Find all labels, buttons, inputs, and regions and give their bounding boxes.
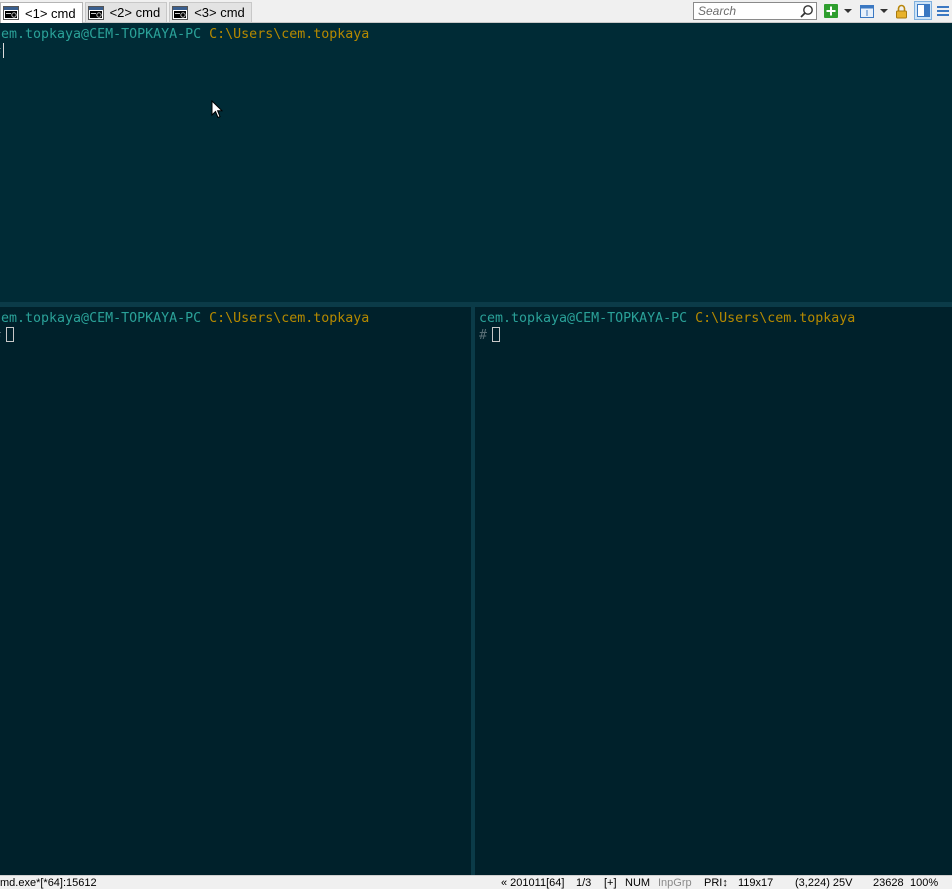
tab-list: <1> cmd <2> cmd <3> cmd [0,2,254,23]
new-console-icon [823,4,838,18]
status-num: NUM [625,877,651,889]
input-line[interactable]: # [479,327,501,343]
console-pane-top[interactable]: cem.topkaya@CEM-TOPKAYA-PC C:\Users\cem.… [0,23,952,302]
status-pid: 23628 [873,877,904,889]
mouse-pointer-icon [211,100,223,119]
new-console-button[interactable] [823,3,838,19]
status-bar: md.exe*[*64]:15612 « 201011[64] 1/3 [+] … [0,875,952,889]
status-build[interactable]: « 201011[64] [501,877,564,889]
tab-bar: <1> cmd <2> cmd <3> cmd Search [0,0,952,23]
status-size[interactable]: 119x17 [738,877,773,889]
status-zoom[interactable]: 100% [910,877,938,889]
tab-label: <2> cmd [109,5,161,20]
cmd-icon [172,5,189,20]
split-view-button[interactable] [914,1,932,20]
prompt-path: C:\Users\cem.topkaya [209,311,370,326]
status-priority[interactable]: PRI↕ [704,877,728,889]
status-cursor-pos: (3,224) 25V [795,877,853,889]
cmd-icon [3,6,19,20]
main-menu-button[interactable] [936,3,950,19]
search-box [693,2,817,20]
layout-button[interactable] [859,3,875,19]
cmd-icon [87,5,104,20]
menu-icon [937,6,949,16]
tab-label: <1> cmd [25,5,76,21]
search-icon[interactable] [799,4,814,19]
prompt-line: cem.topkaya@CEM-TOPKAYA-PC C:\Users\cem.… [0,311,369,327]
tab-console-3[interactable]: <3> cmd [169,2,252,22]
prompt-user-host: cem.topkaya@CEM-TOPKAYA-PC [479,311,688,326]
conemu-window: <1> cmd <2> cmd <3> cmd Search cem.topka… [0,0,952,889]
prompt-line: cem.topkaya@CEM-TOPKAYA-PC C:\Users\cem.… [0,27,369,43]
prompt-symbol: # [479,328,488,343]
prompt-symbol: # [0,328,1,343]
new-console-dropdown[interactable] [843,3,853,19]
prompt-symbol: # [0,44,1,59]
status-inpgrp[interactable]: InpGrp [658,877,692,889]
tab-label: <3> cmd [194,5,245,20]
lock-button[interactable] [894,3,909,19]
split-view-icon [916,4,930,17]
text-cursor [6,327,15,342]
status-plus[interactable]: [+] [604,877,617,889]
prompt-path: C:\Users\cem.topkaya [209,27,370,42]
search-input[interactable] [694,3,806,19]
text-cursor [492,327,501,342]
dropdown-arrow-icon [880,9,888,13]
input-line[interactable]: # [0,43,5,59]
input-line[interactable]: # [0,327,15,343]
prompt-user-host: cem.topkaya@CEM-TOPKAYA-PC [0,27,202,42]
tab-console-2[interactable]: <2> cmd [84,2,168,22]
status-process[interactable]: md.exe*[*64]:15612 [0,877,97,889]
text-cursor [3,43,5,58]
lock-icon [896,4,907,18]
tab-console-1[interactable]: <1> cmd [0,2,83,23]
prompt-line: cem.topkaya@CEM-TOPKAYA-PC C:\Users\cem.… [479,311,855,327]
prompt-path: C:\Users\cem.topkaya [695,311,856,326]
console-pane-bottom-right[interactable]: cem.topkaya@CEM-TOPKAYA-PC C:\Users\cem.… [475,307,952,875]
dropdown-arrow-icon [844,9,852,13]
layout-icon [860,4,874,18]
console-pane-bottom-left[interactable]: cem.topkaya@CEM-TOPKAYA-PC C:\Users\cem.… [0,307,471,875]
prompt-user-host: cem.topkaya@CEM-TOPKAYA-PC [0,311,202,326]
status-console-index[interactable]: 1/3 [576,877,591,889]
layout-dropdown[interactable] [879,3,889,19]
